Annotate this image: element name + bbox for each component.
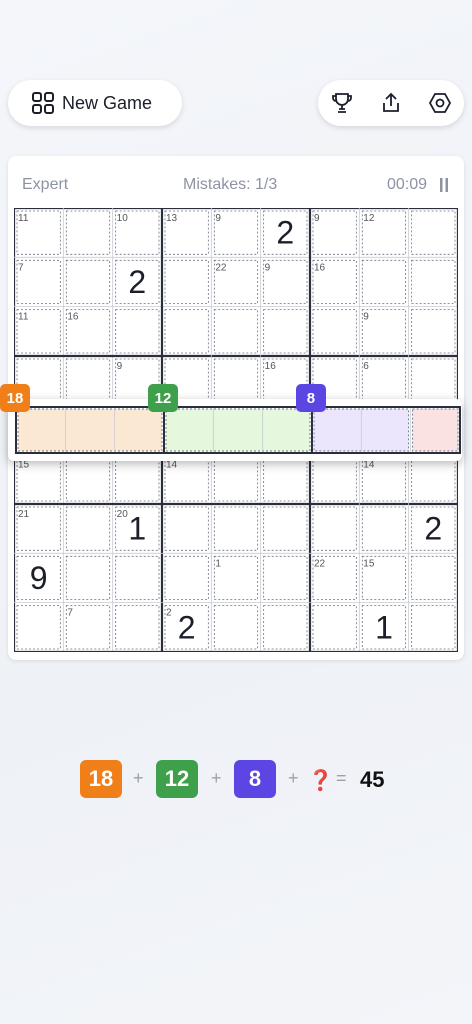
- cage-sum: 22: [215, 262, 227, 273]
- equation-term-18: 18: [80, 760, 122, 798]
- cage-outline: [115, 457, 160, 502]
- highlighted-row: [8, 399, 462, 461]
- cage-outline: [164, 506, 209, 551]
- cage-outline: [115, 555, 160, 601]
- toolbar: [318, 80, 464, 126]
- cage-outline: [411, 605, 456, 650]
- cage-outline: [213, 605, 259, 650]
- cage-sum: 22: [314, 558, 326, 569]
- cage-sum: 6: [363, 361, 369, 372]
- cage-outline: [164, 259, 209, 305]
- cage-sum-tag: 8: [295, 384, 326, 412]
- cage-outline: [65, 358, 111, 403]
- cell-digit: 1: [128, 511, 146, 547]
- cage-outline: [213, 309, 259, 354]
- pause-icon[interactable]: [440, 178, 448, 192]
- share-icon[interactable]: [379, 91, 403, 115]
- cage-sum: 14: [363, 460, 375, 471]
- cage-sum: 15: [18, 460, 30, 471]
- cage-sum: 10: [117, 213, 129, 224]
- cell-digit: 2: [424, 511, 442, 547]
- trophy-icon[interactable]: [330, 91, 354, 115]
- cage-sum: 9: [363, 312, 369, 323]
- cage-sum: 7: [18, 262, 24, 273]
- plus-sign: +: [288, 768, 299, 788]
- cage-sum: 16: [67, 312, 79, 323]
- cage-sum: 16: [265, 361, 277, 372]
- timer: 00:09: [387, 176, 428, 193]
- cage-sum: 21: [18, 509, 30, 520]
- cage-outline: [312, 605, 357, 650]
- cage-sum-tag: 18: [0, 384, 30, 412]
- highlight-cage: [412, 409, 458, 451]
- highlight-cage: [165, 409, 310, 451]
- cage-sum: 7: [67, 608, 73, 619]
- cage-outline: [115, 309, 160, 354]
- settings-icon[interactable]: [428, 91, 452, 115]
- cage-outline: [312, 506, 357, 551]
- cage-outline: [411, 457, 456, 502]
- grid-icon: [32, 92, 54, 114]
- cage-outline: [164, 309, 209, 354]
- cage-outline: [411, 259, 456, 305]
- difficulty-label: Expert: [22, 176, 69, 193]
- cage-sum: 9: [215, 213, 221, 224]
- cell-digit: 1: [375, 609, 393, 645]
- cage-sum: 15: [363, 558, 375, 569]
- cage-sum: 9: [314, 213, 320, 224]
- new-game-label: New Game: [62, 92, 153, 113]
- cage-outline: [65, 555, 111, 601]
- cell-digit: 2: [178, 609, 196, 645]
- cage-sum: 9: [117, 361, 123, 372]
- cage-outline: [213, 358, 259, 403]
- cage-sum: 13: [166, 213, 178, 224]
- cage-sum: 16: [314, 262, 326, 273]
- cage-outline: [115, 605, 160, 650]
- cage-sum: 11: [18, 213, 29, 224]
- cage-sum-tag: 12: [147, 384, 178, 412]
- cage-sum: 12: [363, 213, 375, 224]
- cage-outline: [411, 309, 456, 354]
- cage-sum: 9: [265, 262, 271, 273]
- equals-sign: =: [336, 768, 347, 788]
- cage-sum: 20: [117, 509, 129, 520]
- cell-digit: 9: [30, 560, 48, 596]
- cage-outline: [65, 506, 111, 551]
- plus-sign: +: [133, 768, 144, 788]
- equation-total: 45: [360, 767, 385, 792]
- cage-outline: [263, 555, 308, 601]
- cage-outline: [164, 555, 209, 601]
- cage-outline: [65, 210, 111, 255]
- new-game-button[interactable]: New Game: [8, 80, 182, 126]
- cage-outline: [65, 259, 111, 305]
- cage-outline: [263, 457, 308, 502]
- unknown-term: ❓: [308, 770, 333, 792]
- cage-outline: [411, 210, 456, 255]
- cage-outline: [213, 457, 259, 502]
- cage-outline: [65, 457, 111, 502]
- cage-outline: [263, 309, 308, 354]
- highlight-cage: [18, 409, 162, 451]
- mistakes-counter: Mistakes: 1/3: [183, 176, 278, 193]
- cage-outline: [312, 457, 357, 502]
- cage-outline: [361, 259, 407, 305]
- cage-outline: [16, 605, 61, 650]
- plus-sign: +: [211, 768, 222, 788]
- cage-sum: 11: [18, 312, 29, 323]
- cage-outline: [263, 506, 308, 551]
- equation-term-12: 12: [156, 760, 198, 798]
- cage-outline: [361, 506, 407, 551]
- cage-outline: [411, 555, 456, 601]
- cage-outline: [312, 309, 357, 354]
- cage-sum: 1: [215, 558, 221, 569]
- cell-digit: 2: [128, 264, 146, 300]
- cage-sum: 2: [166, 608, 172, 619]
- cell-digit: 2: [276, 215, 294, 251]
- cage-outline: [213, 506, 259, 551]
- cage-outline: [411, 358, 456, 403]
- cage-sum: 14: [166, 460, 178, 471]
- equation-term-8: 8: [234, 760, 276, 798]
- cage-outline: [263, 605, 308, 650]
